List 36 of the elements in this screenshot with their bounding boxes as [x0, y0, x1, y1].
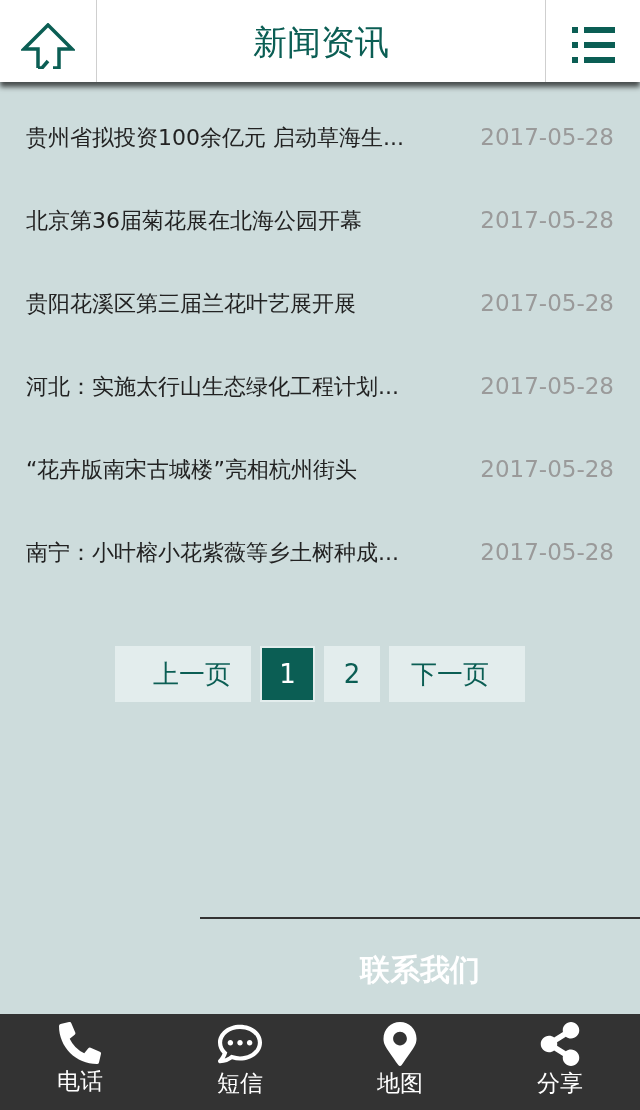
news-title: “花卉版南宋古城楼”亮相杭州街头	[26, 456, 357, 484]
home-icon	[21, 23, 75, 69]
news-date: 2017-05-28	[480, 289, 614, 319]
news-title: 贵阳花溪区第三届兰花叶艺展开展	[26, 290, 356, 318]
nav-label: 地图	[377, 1069, 423, 1098]
news-date: 2017-05-28	[480, 455, 614, 485]
page-number-button[interactable]: 1	[260, 646, 315, 702]
bottom-nav-item[interactable]: 地图	[320, 1014, 480, 1110]
bottom-nav-item[interactable]: 分享	[480, 1014, 640, 1110]
news-item[interactable]: “花卉版南宋古城楼”亮相杭州街头 2017-05-28	[0, 428, 640, 511]
nav-label: 电话	[57, 1067, 103, 1096]
nav-label: 短信	[217, 1069, 263, 1098]
phone-icon	[59, 1022, 101, 1064]
bottom-nav-item[interactable]: 短信	[160, 1014, 320, 1110]
page-title: 新闻资讯	[253, 20, 389, 64]
news-item[interactable]: 河北：实施太行山生态绿化工程计划... 2017-05-28	[0, 345, 640, 428]
news-item[interactable]: 南宁：小叶榕小花紫薇等乡土树种成... 2017-05-28	[0, 511, 640, 594]
news-date: 2017-05-28	[480, 123, 614, 153]
news-date: 2017-05-28	[480, 206, 614, 236]
next-page-button[interactable]: 下一页	[389, 646, 525, 702]
page-number-button[interactable]: 2	[324, 646, 380, 702]
news-item[interactable]: 贵州省拟投资100余亿元 启动草海生... 2017-05-28	[0, 96, 640, 179]
news-date: 2017-05-28	[480, 538, 614, 568]
news-title: 河北：实施太行山生态绿化工程计划...	[26, 373, 399, 401]
news-title: 贵州省拟投资100余亿元 启动草海生...	[26, 124, 404, 152]
chat-bubble-icon	[218, 1022, 262, 1066]
bottom-nav-item[interactable]: 电话	[0, 1014, 160, 1110]
prev-page-button[interactable]: 上一页	[115, 646, 251, 702]
news-title: 南宁：小叶榕小花紫薇等乡土树种成...	[26, 539, 399, 567]
news-item[interactable]: 贵阳花溪区第三届兰花叶艺展开展 2017-05-28	[0, 262, 640, 345]
nav-label: 分享	[537, 1069, 583, 1098]
news-title: 北京第36届菊花展在北海公园开幕	[26, 207, 362, 235]
share-icon	[538, 1022, 582, 1066]
news-item[interactable]: 北京第36届菊花展在北海公园开幕 2017-05-28	[0, 179, 640, 262]
menu-icon	[571, 27, 615, 63]
news-date: 2017-05-28	[480, 372, 614, 402]
